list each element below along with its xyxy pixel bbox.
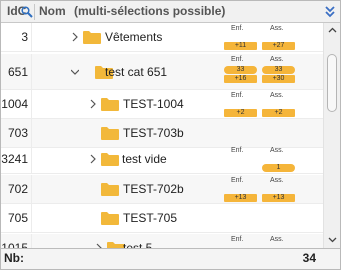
folder-icon bbox=[101, 212, 119, 225]
row-name[interactable]: Vêtements bbox=[105, 23, 162, 52]
tree-row[interactable]: 3241 test vide Enf. Ass. 1 bbox=[1, 145, 323, 174]
row-id: 702 bbox=[1, 175, 32, 204]
scroll-down-arrow-icon[interactable] bbox=[328, 237, 337, 243]
ass-count-badge: +27 bbox=[262, 42, 295, 50]
ass-label: Ass. bbox=[270, 147, 284, 154]
ass-count-badge: +13 bbox=[262, 194, 295, 202]
ass-label: Ass. bbox=[270, 177, 284, 184]
name-column-header[interactable]: Nom (multi-sélections possible) bbox=[39, 1, 225, 22]
folder-icon bbox=[101, 153, 119, 166]
row-name[interactable]: test cat 651 bbox=[105, 54, 167, 90]
scroll-up-arrow-icon[interactable] bbox=[328, 27, 337, 33]
ass-label: Ass. bbox=[270, 25, 284, 32]
folder-icon bbox=[101, 183, 119, 196]
row-name[interactable]: TEST-702b bbox=[123, 175, 184, 204]
ass-label: Ass. bbox=[270, 92, 284, 99]
enf-label: Enf. bbox=[231, 236, 244, 243]
ass-count-badge: 33 bbox=[262, 66, 295, 74]
row-id: 703 bbox=[1, 119, 32, 148]
row-id: 1004 bbox=[1, 90, 32, 119]
tree-row[interactable]: 705 TEST-705 bbox=[1, 204, 323, 233]
tree-row[interactable]: 651 test cat 651 Enf. Ass. 33 +16 33 +30 bbox=[1, 54, 323, 90]
enf-count-badge: 33 bbox=[224, 66, 257, 74]
vertical-scrollbar[interactable] bbox=[323, 23, 340, 248]
row-id: 1015 bbox=[1, 234, 32, 248]
multi-selection-hint: (multi-sélections possible) bbox=[74, 4, 226, 18]
column-header: IdC Nom (multi-sélections possible) bbox=[1, 1, 340, 23]
chevron-right-icon[interactable] bbox=[89, 99, 97, 109]
ass-label: Ass. bbox=[270, 236, 284, 243]
row-counters: Enf. Ass. +13 +13 bbox=[221, 177, 319, 203]
enf-label: Enf. bbox=[231, 92, 244, 99]
enf-count-badge: +2 bbox=[224, 109, 257, 117]
row-id: 3 bbox=[1, 23, 32, 52]
folder-icon bbox=[83, 31, 101, 44]
row-counters: Enf. Ass. +11 +27 bbox=[221, 25, 319, 51]
ass-label: Ass. bbox=[270, 56, 284, 63]
folder-icon bbox=[101, 127, 119, 140]
row-name[interactable]: TEST-705 bbox=[123, 204, 177, 233]
search-icon[interactable] bbox=[21, 6, 33, 18]
count-label: Nb: bbox=[4, 251, 24, 265]
row-id: 3241 bbox=[1, 145, 32, 174]
enf-label: Enf. bbox=[231, 25, 244, 32]
ass-count-badge: +30 bbox=[262, 75, 295, 83]
enf-label: Enf. bbox=[231, 147, 244, 154]
row-name[interactable]: TEST-703b bbox=[123, 119, 184, 148]
folder-icon bbox=[101, 98, 119, 111]
scrollbar-thumb[interactable] bbox=[327, 54, 337, 112]
enf-count-badge: +16 bbox=[224, 75, 257, 83]
chevron-down-icon[interactable] bbox=[71, 67, 79, 77]
enf-label: Enf. bbox=[231, 56, 244, 63]
chevron-right-icon[interactable] bbox=[89, 154, 97, 164]
row-name[interactable]: test vide bbox=[122, 145, 167, 174]
row-id: 705 bbox=[1, 204, 32, 233]
category-tree-panel: IdC Nom (multi-sélections possible) 3 Vêt… bbox=[0, 0, 341, 270]
row-counters: Enf. Ass. 1 bbox=[221, 147, 319, 173]
row-counters: Enf. Ass. 33 +16 33 +30 bbox=[221, 56, 319, 90]
ass-count-badge: 1 bbox=[262, 164, 295, 172]
double-chevron-down-icon[interactable] bbox=[324, 5, 336, 19]
row-name[interactable]: test 5 bbox=[123, 234, 152, 248]
enf-count-badge: +13 bbox=[224, 194, 257, 202]
tree-row[interactable]: 703 TEST-703b bbox=[1, 119, 323, 148]
column-divider[interactable] bbox=[34, 4, 35, 20]
enf-label: Enf. bbox=[231, 177, 244, 184]
count-value: 34 bbox=[302, 251, 316, 265]
row-id: 651 bbox=[1, 54, 32, 90]
tree-row[interactable]: 3 Vêtements Enf. Ass. +11 +27 bbox=[1, 23, 323, 52]
footer-bar: Nb: 34 bbox=[1, 248, 340, 269]
ass-count-badge: +2 bbox=[262, 109, 295, 117]
row-counters: Enf. Ass. +2 +2 bbox=[221, 92, 319, 118]
row-counters: Enf.Ass.3 bbox=[221, 236, 319, 248]
tree-row[interactable]: 702 TEST-702b Enf. Ass. +13 +13 bbox=[1, 175, 323, 204]
tree-row[interactable]: 1015test 5Enf.Ass.3 bbox=[1, 234, 323, 248]
tree-rows: 3 Vêtements Enf. Ass. +11 +27 651 test cat 651 E… bbox=[1, 23, 323, 248]
row-name[interactable]: TEST-1004 bbox=[123, 90, 184, 119]
tree-row[interactable]: 1004 TEST-1004 Enf. Ass. +2 +2 bbox=[1, 90, 323, 119]
enf-count-badge: +11 bbox=[224, 42, 257, 50]
chevron-right-icon[interactable] bbox=[71, 32, 79, 42]
name-column-label: Nom bbox=[39, 4, 66, 18]
